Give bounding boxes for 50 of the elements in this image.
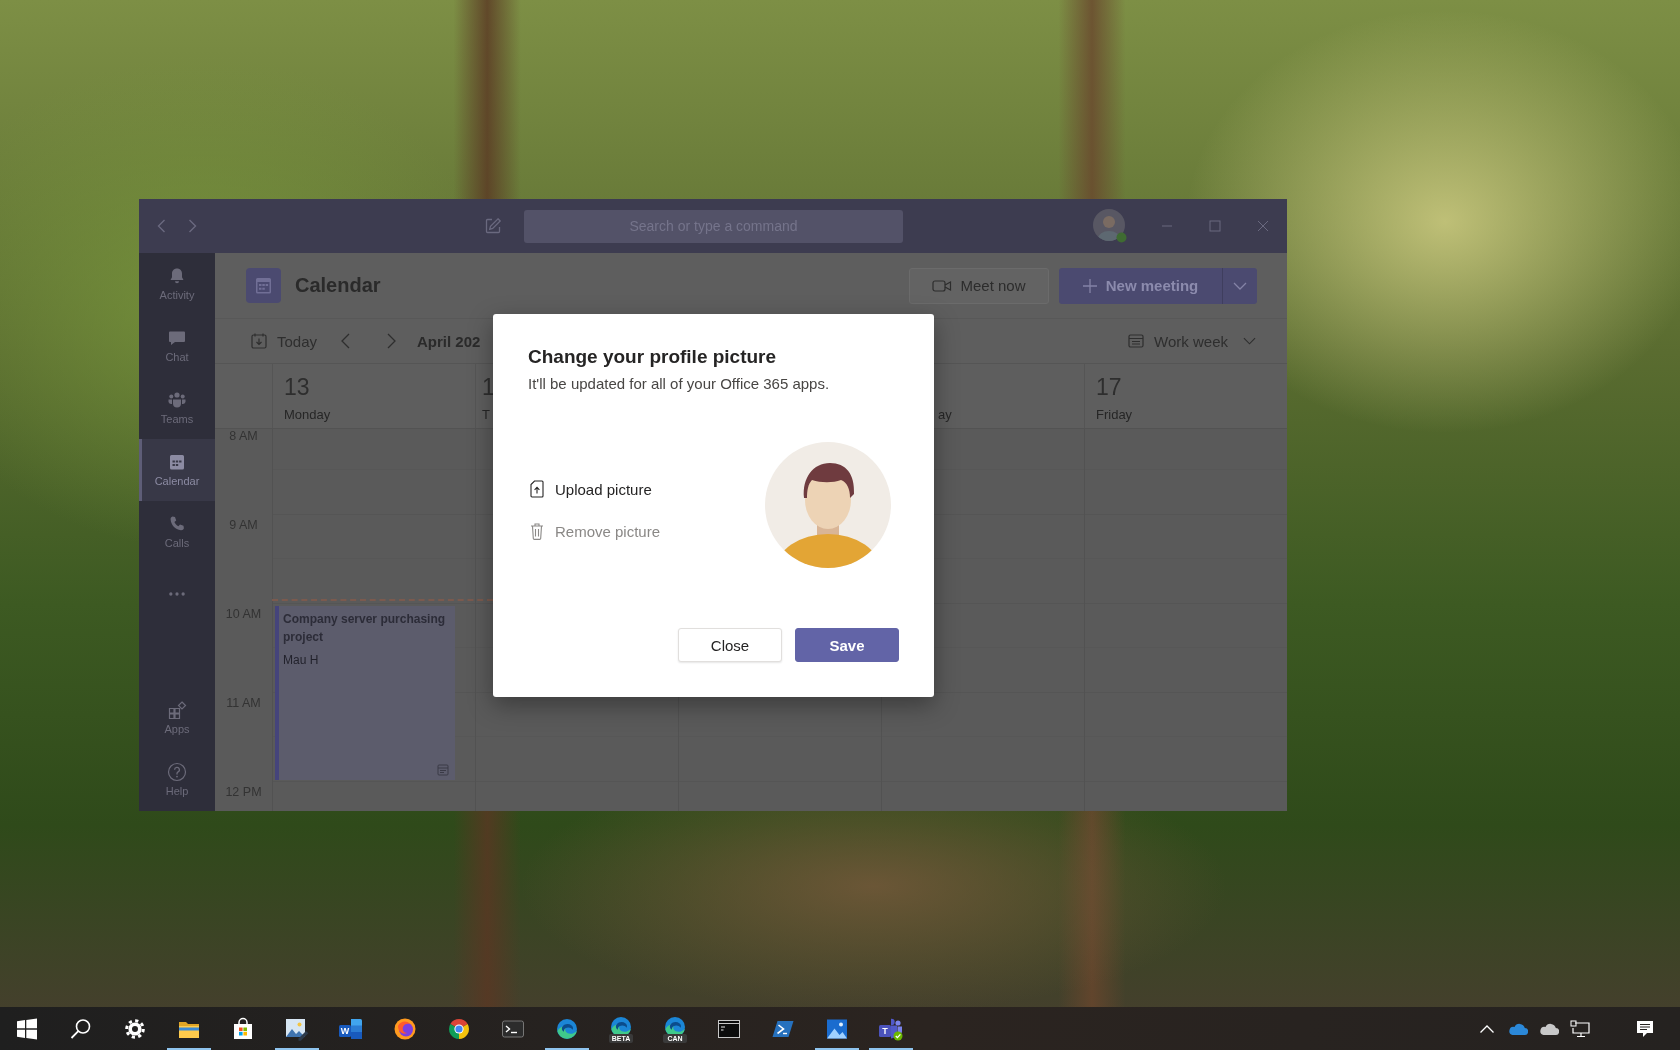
calendar-icon: [246, 268, 281, 303]
weekday-label: Friday: [1096, 407, 1133, 423]
rail-item[interactable]: Apps: [139, 687, 215, 749]
rail-item[interactable]: Calendar: [139, 439, 215, 501]
notes-icon: [437, 764, 449, 776]
people-check-icon: [891, 1016, 903, 1041]
file-upload-icon: [530, 480, 544, 498]
dialog-action[interactable]: Upload picture: [528, 474, 652, 504]
rail-item[interactable]: Activity: [139, 253, 215, 315]
monitor-icon[interactable]: [1569, 1019, 1590, 1038]
video-camera-icon: [932, 277, 953, 294]
settings-icon: [123, 1016, 147, 1041]
calendar-icon: [167, 452, 187, 472]
calendar-icon: [1127, 332, 1146, 350]
dialog-button[interactable]: Close: [678, 628, 782, 662]
event-organizer: Mau H: [283, 652, 319, 669]
picture-pencil-icon: [285, 1016, 309, 1041]
orb-icon: [393, 1016, 417, 1041]
rail-item[interactable]: Calls: [139, 501, 215, 563]
chevron-down-icon: [1233, 281, 1247, 290]
people-icon: [167, 390, 187, 410]
person-silhouette-icon: [765, 442, 891, 568]
document-icon: [351, 1016, 363, 1041]
wave-orb-icon: [555, 1016, 579, 1041]
help-icon: [167, 762, 187, 782]
rail-item[interactable]: Help: [139, 749, 215, 811]
more-icon: [169, 592, 185, 596]
notification-icon[interactable]: [1635, 1018, 1655, 1039]
new-meeting-button[interactable]: New meeting: [1059, 267, 1222, 304]
dialog-subtitle: It'll be updated for all of your Office 365 apps.: [528, 374, 831, 394]
app-letter: W: [339, 1025, 351, 1037]
taskbar-button[interactable]: W: [324, 1007, 378, 1050]
app-letter: T: [879, 1025, 891, 1037]
shopping-bag-icon: [231, 1016, 255, 1041]
dialog-button[interactable]: Save: [795, 628, 899, 662]
cloud-icon[interactable]: [1538, 1022, 1559, 1035]
taskbar-button[interactable]: T: [864, 1007, 918, 1050]
apps-icon: [167, 700, 187, 720]
dialog-title: Change your profile picture: [528, 345, 778, 369]
start-icon: [15, 1016, 39, 1041]
plus-icon: [1082, 278, 1097, 293]
ring-orb-icon: [447, 1016, 471, 1041]
chevron-down-icon: [1243, 337, 1256, 345]
cloud-icon[interactable]: [1507, 1022, 1528, 1035]
chevron-up-icon[interactable]: [1478, 1023, 1495, 1034]
trash-icon: [530, 522, 544, 540]
weekday-label: Monday: [284, 407, 331, 423]
rail-item[interactable]: Chat: [139, 315, 215, 377]
rail-item[interactable]: Teams: [139, 377, 215, 439]
search-icon: [69, 1016, 93, 1041]
